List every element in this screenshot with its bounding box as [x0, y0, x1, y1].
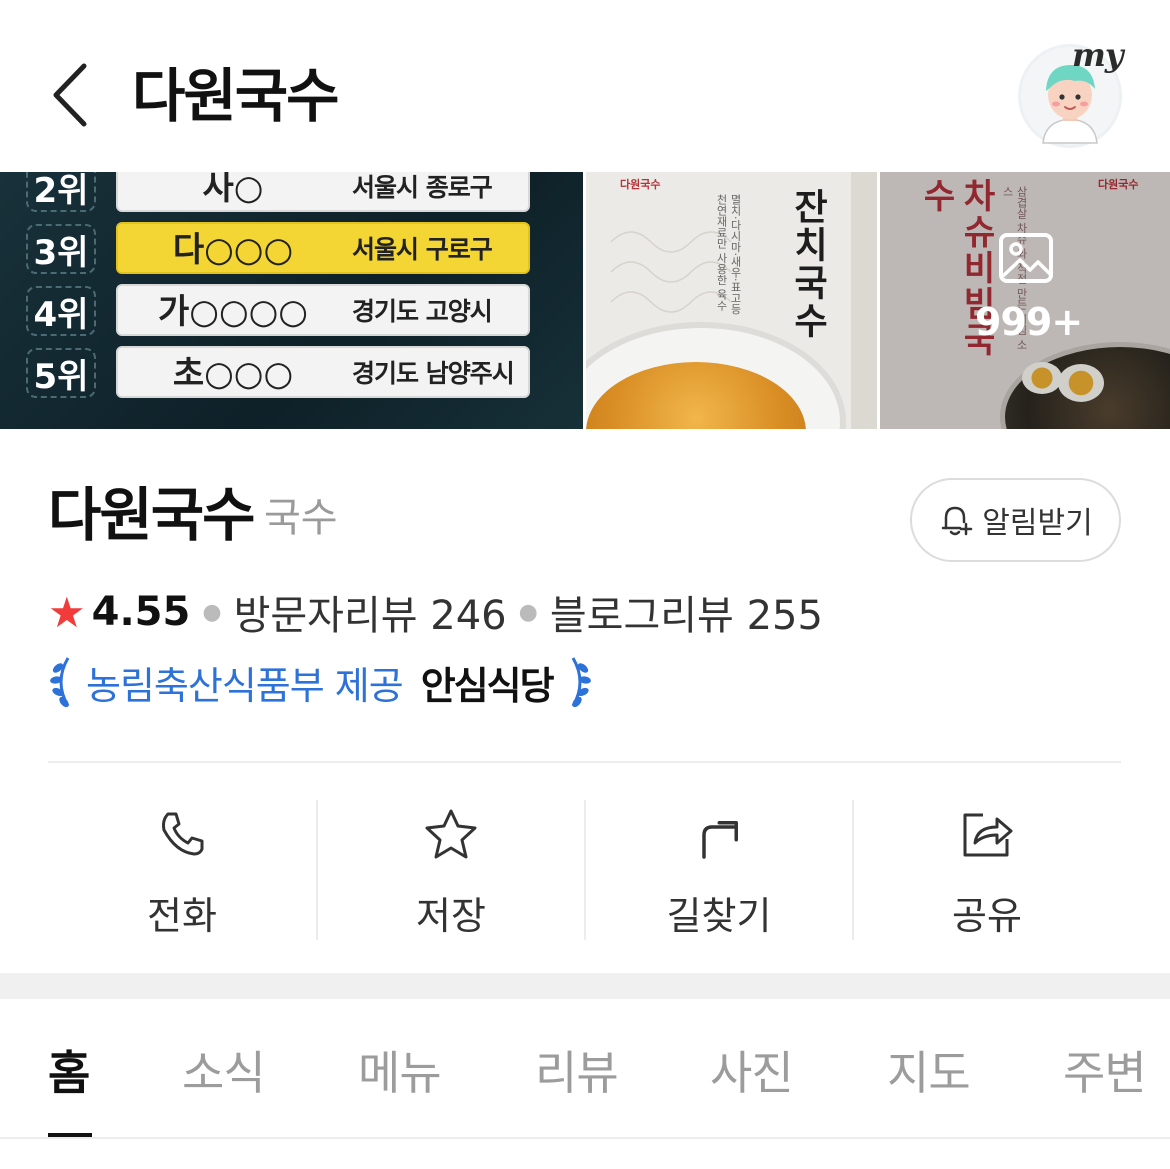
call-label: 전화: [147, 894, 217, 938]
call-button[interactable]: 전화: [48, 800, 316, 940]
back-button[interactable]: [40, 58, 100, 132]
place-category: 국수: [264, 495, 338, 541]
more-photos-overlay[interactable]: 999+: [880, 172, 1170, 429]
photo-ranking[interactable]: 2위 사○ 서울시 종로구 3위 다○○○ 서울시 구로구 4위 가○○○○ 경…: [0, 172, 583, 429]
share-button[interactable]: 공유: [852, 800, 1120, 940]
visitor-reviews-count: 246: [430, 593, 507, 639]
blog-reviews-count: 255: [746, 593, 823, 639]
rank-label: 2위: [26, 172, 96, 212]
tab-bar-bottom-border: [0, 1137, 1170, 1139]
place-name: 다원국수: [48, 481, 255, 549]
rating-score: 4.55: [91, 589, 191, 635]
tab-nearby[interactable]: 주변: [1063, 1037, 1147, 1103]
ranking-row: 4위 가○○○○ 경기도 고양시: [0, 282, 583, 340]
poster-description: 멸치·다시마·새우·표고등 천연재료만 사용한 육수: [715, 194, 742, 315]
poster-edge: [851, 172, 877, 429]
section-separator: [0, 973, 1170, 999]
photo-poster-janchi[interactable]: 다원국수 멸치·다시마·새우·표고등 천연재료만 사용한 육수 잔치국수: [586, 172, 877, 429]
rank-box: 가○○○○ 경기도 고양시: [116, 284, 530, 336]
rank-location: 서울시 종로구: [352, 173, 493, 202]
rank-location: 경기도 고양시: [352, 297, 493, 326]
share-icon: [963, 813, 1013, 856]
page-title: 다원국수: [132, 62, 339, 130]
rank-name: 사○: [202, 172, 264, 208]
rank-box: 사○ 서울시 종로구: [116, 172, 530, 212]
safe-restaurant-label: 안심식당: [420, 663, 555, 708]
more-photos-count: 999+: [975, 300, 1083, 344]
tab-map[interactable]: 지도: [887, 1037, 971, 1103]
rank-location: 경기도 남양주시: [352, 359, 515, 388]
rank-name: 다○○○: [172, 230, 294, 270]
rank-name: 초○○○: [172, 354, 294, 394]
save-label: 저장: [416, 894, 486, 938]
directions-icon: [702, 820, 738, 859]
star-icon: [425, 809, 477, 858]
star-icon: ★: [48, 587, 86, 637]
chevron-left-icon: [53, 63, 87, 127]
blog-reviews-label: 블로그리뷰: [549, 593, 734, 639]
separator-dot: ●: [202, 599, 222, 625]
safe-provider-text: 농림축산식품부 제공: [86, 663, 404, 708]
tab-home[interactable]: 홈: [48, 1037, 90, 1103]
laurel-right-icon: [571, 657, 591, 708]
save-button[interactable]: 저장: [316, 800, 584, 940]
tab-bar: 홈 소식 메뉴 리뷰 사진 지도 주변: [0, 999, 1170, 1139]
action-bar: 전화 저장 길찾기 공유: [48, 800, 1121, 940]
app-header: 다원국수 my: [0, 0, 1170, 172]
phone-icon: [162, 812, 204, 855]
bell-plus-icon: [942, 506, 973, 536]
tab-menu[interactable]: 메뉴: [358, 1037, 442, 1103]
rank-location: 서울시 구로구: [352, 235, 493, 264]
laurel-left-icon: [50, 657, 70, 708]
poster-logo: 다원국수: [620, 178, 661, 191]
notify-label: 알림받기: [982, 506, 1093, 541]
visitor-reviews-link[interactable]: 방문자리뷰 246: [234, 583, 507, 641]
rank-box: 초○○○ 경기도 남양주시: [116, 346, 530, 398]
ranking-row: 3위 다○○○ 서울시 구로구: [0, 220, 583, 278]
photo-poster-chashu[interactable]: 다원국수 차슈비빔국수 삼겹살 차슈 와 직접 만든 비빔 소스 999+: [880, 172, 1170, 429]
rank-box: 다○○○ 서울시 구로구: [116, 222, 530, 274]
tab-news[interactable]: 소식: [182, 1037, 266, 1103]
directions-button[interactable]: 길찾기: [584, 800, 852, 940]
tab-reviews[interactable]: 리뷰: [535, 1037, 619, 1103]
rank-label: 3위: [26, 224, 96, 274]
ranking-row: 2위 사○ 서울시 종로구: [0, 172, 583, 216]
poster-title: 잔치국수: [787, 188, 829, 340]
my-label: my: [1072, 36, 1123, 74]
safe-restaurant-badge[interactable]: 농림축산식품부 제공 안심식당: [48, 652, 593, 712]
tab-photos[interactable]: 사진: [710, 1037, 794, 1103]
visitor-reviews-label: 방문자리뷰: [233, 593, 418, 639]
share-label: 공유: [952, 894, 1022, 938]
notify-button[interactable]: 알림받기: [910, 478, 1121, 562]
image-gallery-icon: [999, 233, 1053, 283]
ranking-row: 5위 초○○○ 경기도 남양주시: [0, 344, 583, 402]
rank-name: 가○○○○: [158, 292, 308, 332]
divider: [48, 761, 1121, 763]
blog-reviews-link[interactable]: 블로그리뷰 255: [550, 583, 823, 641]
rank-label: 5위: [26, 348, 96, 398]
rating-row: ★ 4.55 ● 방문자리뷰 246 ● 블로그리뷰 255: [48, 584, 823, 640]
directions-label: 길찾기: [666, 894, 772, 938]
separator-dot: ●: [518, 599, 538, 625]
rank-label: 4위: [26, 286, 96, 336]
photo-strip: 2위 사○ 서울시 종로구 3위 다○○○ 서울시 구로구 4위 가○○○○ 경…: [0, 172, 1170, 429]
